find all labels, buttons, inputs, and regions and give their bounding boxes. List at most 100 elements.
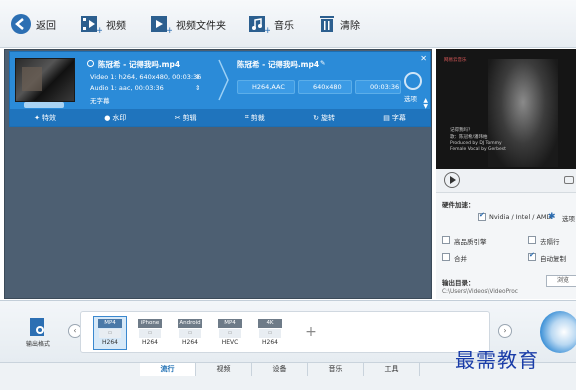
output-codec-field: H264,AAC — [237, 80, 295, 94]
cut-button[interactable]: ✂ 剪辑 — [175, 113, 197, 123]
back-label: 返回 — [36, 20, 56, 32]
convert-arrow-icon — [218, 59, 229, 101]
task-item[interactable]: 陈冠希 - 记得我吗.mp4 Video 1: h264, 640x480, 0… — [9, 51, 431, 127]
hw-accel-label: 硬件加速： — [442, 201, 475, 209]
snapshot-camera-icon[interactable] — [564, 176, 574, 184]
output-format-label: 输出格式 — [25, 341, 50, 348]
add-music-button[interactable]: + 音乐 — [248, 11, 294, 37]
tab-music[interactable]: 音乐 — [308, 363, 364, 376]
music-label: 音乐 — [274, 20, 294, 32]
player-controls — [436, 169, 576, 193]
output-format-button[interactable]: 输出格式 — [20, 317, 56, 348]
source-file-name: 陈冠希 - 记得我吗.mp4 — [98, 60, 181, 69]
crop-button[interactable]: ⌗ 剪裁 — [245, 113, 265, 123]
subtitle-icon: ▤ — [383, 113, 390, 122]
format-card[interactable]: 4K ▭ H264 — [253, 316, 287, 350]
format-card-codec: H264 — [102, 339, 118, 346]
preview-line-3: Produced by DJ Tommy — [450, 141, 502, 146]
format-card-top: iPhone — [138, 319, 162, 328]
format-card[interactable]: Android ▭ H264 — [173, 316, 207, 350]
task-list-area: 陈冠希 - 记得我吗.mp4 Video 1: h264, 640x480, 0… — [4, 49, 432, 299]
browse-button[interactable]: 浏览 — [546, 275, 576, 287]
option-button[interactable]: 选项 — [562, 213, 575, 223]
format-card-codec: H264 — [142, 339, 158, 346]
back-button[interactable]: 返回 — [10, 11, 56, 37]
video-folder-label: 视频文件夹 — [176, 20, 226, 32]
video-label: 视频 — [106, 20, 126, 32]
run-button[interactable] — [540, 311, 576, 353]
format-card-icon: ▭ — [99, 329, 121, 338]
output-dir-label: 输出目录： — [442, 279, 475, 287]
preview-line-4: Female Vocal by Gerbest — [450, 147, 506, 152]
audio-chevron-icon[interactable]: ⇕ — [195, 84, 200, 92]
hq-engine-checkbox[interactable] — [442, 236, 450, 244]
merge-label: 合并 — [454, 255, 467, 263]
audio-stream-info: Audio 1: aac, 00:03:36 — [90, 84, 164, 92]
preview-line-2: 歌：陈冠希/潘玮柏 — [450, 135, 488, 140]
wand-icon: ✦ — [34, 113, 41, 122]
subtitle-button[interactable]: ▤ 字幕 — [383, 113, 406, 123]
output-resolution-field: 640x480 — [298, 80, 352, 94]
format-next-button[interactable]: › — [498, 324, 512, 338]
edit-toolbar: ✦ 特效 ● 水印 ✂ 剪辑 ⌗ 剪裁 ↻ 旋转 ▤ 字幕 — [10, 109, 430, 126]
output-file-name[interactable]: 陈冠希 - 记得我吗.mp4 — [237, 59, 319, 70]
tab-tools[interactable]: 工具 — [364, 363, 420, 376]
deinterlace-checkbox[interactable] — [528, 236, 536, 244]
format-card-icon: ▭ — [179, 329, 201, 338]
codec-option-label[interactable]: 选项 — [404, 93, 417, 103]
format-card[interactable]: iPhone ▭ H264 — [133, 316, 167, 350]
trash-icon — [320, 16, 334, 32]
tab-device[interactable]: 设备 — [252, 363, 308, 376]
watermark-button[interactable]: ● 水印 — [104, 113, 126, 123]
preview-line-1: 记得我吗？ — [450, 128, 473, 133]
rotate-icon: ↻ — [313, 113, 319, 122]
merge-checkbox[interactable] — [442, 253, 450, 261]
rotate-label: 旋转 — [320, 113, 335, 122]
close-icon[interactable]: ✕ — [420, 54, 427, 63]
hq-engine-label: 高品质引擎 — [454, 238, 487, 246]
drop-icon: ● — [104, 113, 111, 122]
auto-copy-label: 自动复制 — [540, 255, 566, 263]
stream-chevron-icon[interactable]: ⇕ — [195, 73, 200, 81]
add-video-button[interactable]: + 视频 — [80, 11, 126, 37]
rotate-button[interactable]: ↻ 旋转 — [313, 113, 335, 123]
music-add-icon: + — [249, 16, 270, 34]
format-card-top: MP4 — [98, 319, 122, 328]
back-arrow-icon — [11, 14, 31, 34]
deinterlace-label: 去隔行 — [540, 238, 560, 246]
settings-gear-icon[interactable]: ✱ — [548, 212, 556, 222]
video-preview: 网易云音乐 记得我吗？ 歌：陈冠希/潘玮柏 Produced by DJ Tom… — [436, 49, 576, 169]
codec-gear-icon[interactable] — [404, 72, 422, 90]
svg-text:+: + — [96, 26, 102, 34]
add-format-plus-icon[interactable]: + — [303, 324, 319, 340]
info-icon[interactable] — [87, 60, 94, 67]
options-panel: 硬件加速： Nvidia / Intel / AMD ✱ 选项 高品质引擎 去隔… — [436, 193, 576, 299]
cut-label: 剪辑 — [182, 113, 197, 122]
video-thumbnail[interactable] — [15, 58, 75, 102]
video-stream-info: Video 1: h264, 640x480, 00:03:36 — [90, 73, 202, 81]
video-add-icon: + — [81, 16, 102, 34]
music-brand-logo: 网易云音乐 — [444, 58, 467, 63]
watermark-label: 水印 — [112, 113, 127, 122]
output-duration-field: 00:03:36 — [355, 80, 401, 94]
format-card[interactable]: MP4 ▭ HEVC — [213, 316, 247, 350]
add-video-folder-button[interactable]: + 视频文件夹 — [150, 11, 226, 37]
edit-name-icon[interactable]: ✎ — [320, 59, 325, 67]
format-card[interactable]: MP4 ▭ H264 — [93, 316, 127, 350]
svg-text:+: + — [166, 26, 172, 34]
nvidia-label: Nvidia / Intel / AMD — [489, 213, 552, 221]
play-icon[interactable] — [444, 172, 460, 188]
clear-label: 清除 — [340, 20, 360, 32]
format-card-icon: ▭ — [259, 329, 281, 338]
auto-copy-checkbox[interactable] — [528, 251, 536, 261]
tab-video[interactable]: 视频 — [196, 363, 252, 376]
effects-button[interactable]: ✦ 特效 — [34, 113, 56, 123]
nvidia-checkbox[interactable] — [478, 211, 486, 221]
output-path[interactable]: C:\Users\Videos\VideoProc — [442, 289, 542, 299]
format-card-top: 4K — [258, 319, 282, 328]
main-toolbar: 返回 + 视频 + 视频文件夹 + 音乐 清除 — [0, 0, 576, 48]
clear-button[interactable]: 清除 — [318, 11, 360, 37]
format-card-codec: H264 — [182, 339, 198, 346]
tab-popular[interactable]: 流行 — [140, 363, 196, 376]
format-card-icon: ▭ — [219, 329, 241, 338]
